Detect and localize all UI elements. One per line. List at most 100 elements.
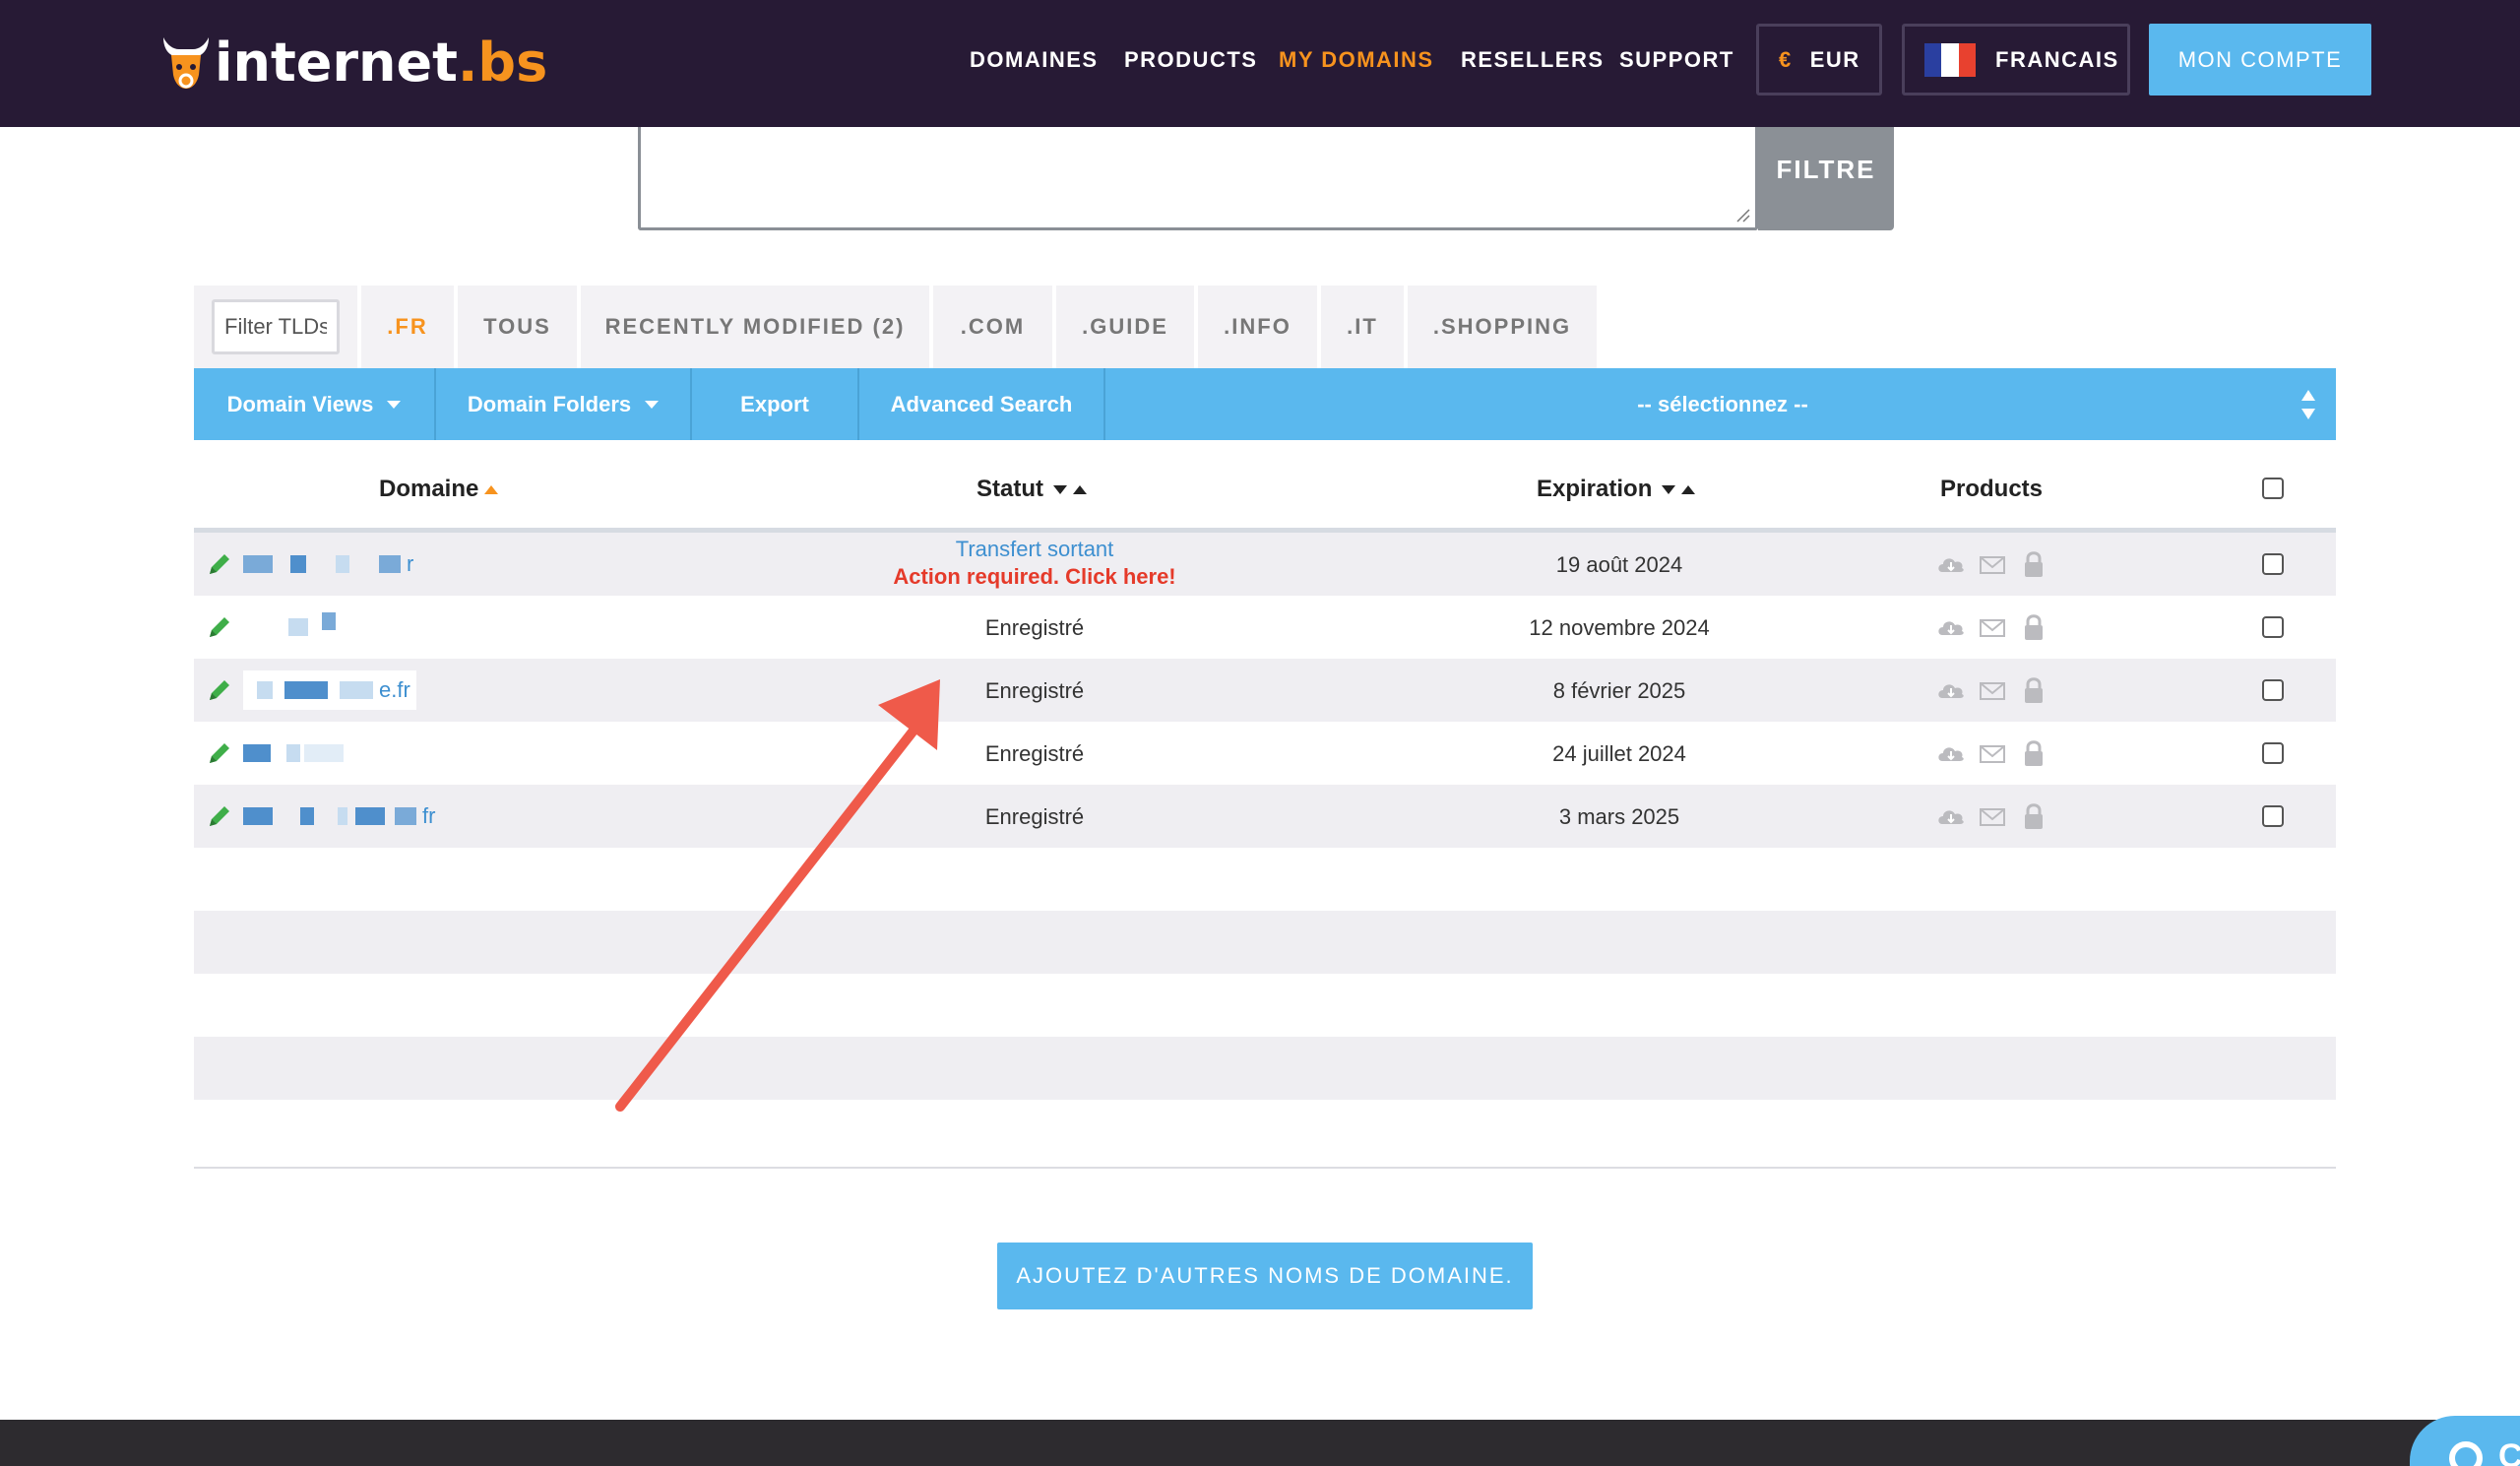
status-label: Enregistré — [984, 615, 1085, 640]
language-selector[interactable]: FRANCAIS — [1902, 24, 2130, 96]
tab-it[interactable]: .IT — [1321, 286, 1404, 368]
edit-pencil-icon[interactable] — [206, 676, 233, 704]
expiration-date: 19 août 2024 — [1555, 552, 1683, 577]
row-checkbox[interactable] — [2262, 679, 2284, 701]
internet-bs-logo[interactable]: internet.bs — [158, 28, 547, 96]
email-envelope-icon[interactable] — [1978, 676, 2007, 704]
nav-products[interactable]: PRODUCTS — [1124, 47, 1257, 73]
chevron-down-icon — [387, 400, 402, 409]
my-account-button[interactable]: MON COMPTE — [2149, 24, 2371, 96]
edit-pencil-icon[interactable] — [206, 739, 233, 767]
sort-descending-icon[interactable] — [1053, 484, 1067, 494]
sort-descending-icon[interactable] — [1662, 484, 1676, 494]
column-header-status-label: Statut — [976, 476, 1043, 502]
domain-name-link[interactable] — [243, 612, 342, 639]
status-label: Enregistré — [984, 804, 1085, 829]
expiration-date: 12 novembre 2024 — [1529, 615, 1710, 640]
domain-views-dropdown[interactable]: Domain Views — [194, 368, 436, 440]
empty-row — [194, 1037, 2336, 1100]
column-header-domain[interactable]: Domaine — [379, 476, 499, 503]
logo-wordmark: internet — [215, 31, 458, 94]
products-cell — [1936, 676, 2060, 704]
tld-tabs: .FR TOUS RECENTLY MODIFIED (2) .COM .GUI… — [194, 286, 1597, 368]
domain-folders-dropdown[interactable]: Domain Folders — [436, 368, 692, 440]
tld-filter-input[interactable] — [212, 299, 340, 354]
products-cell — [1936, 739, 2060, 767]
tab-shopping[interactable]: .SHOPPING — [1408, 286, 1597, 368]
nav-domaines[interactable]: DOMAINES — [970, 47, 1099, 73]
cloud-dns-icon[interactable] — [1936, 550, 1966, 578]
row-checkbox[interactable] — [2262, 553, 2284, 575]
expiration-date: 24 juillet 2024 — [1552, 741, 1686, 766]
tab-tous[interactable]: TOUS — [458, 286, 577, 368]
domain-name-link[interactable]: fr — [243, 803, 436, 828]
table-divider — [194, 1167, 2336, 1169]
lock-icon[interactable] — [2019, 802, 2048, 830]
row-checkbox[interactable] — [2262, 805, 2284, 827]
lock-icon[interactable] — [2019, 550, 2048, 578]
status-cell: Transfert sortant Action required. Click… — [785, 537, 1285, 590]
edit-pencil-icon[interactable] — [206, 613, 233, 641]
bulk-action-select[interactable]: -- sélectionnez -- — [1109, 368, 2336, 440]
cloud-dns-icon[interactable] — [1936, 802, 1966, 830]
lock-icon[interactable] — [2019, 613, 2048, 641]
edit-pencil-icon[interactable] — [206, 550, 233, 578]
language-label: FRANCAIS — [1995, 46, 2119, 72]
euro-icon: € — [1779, 46, 1793, 72]
table-row: fr Enregistré 3 mars 2025 — [194, 785, 2336, 848]
tab-com[interactable]: .COM — [933, 286, 1052, 368]
table-header: Domaine Statut Expiration Products — [194, 440, 2336, 533]
column-header-expiration[interactable]: Expiration — [1537, 476, 1696, 503]
email-envelope-icon[interactable] — [1978, 739, 2007, 767]
status-label: Enregistré — [984, 741, 1085, 766]
bulk-action-select-label: -- sélectionnez -- — [1637, 391, 1808, 416]
tab-info[interactable]: .INFO — [1198, 286, 1317, 368]
currency-selector[interactable]: € EUR — [1756, 24, 1882, 96]
expiration-date: 8 février 2025 — [1552, 678, 1686, 703]
expiration-date: 3 mars 2025 — [1558, 804, 1680, 829]
cloud-dns-icon[interactable] — [1936, 613, 1966, 641]
domain-name-link[interactable] — [243, 741, 349, 765]
domain-name-link[interactable]: e.fr — [243, 670, 416, 710]
domain-name-link[interactable]: r — [243, 551, 414, 576]
table-row: Enregistré 12 novembre 2024 — [194, 596, 2336, 659]
transfer-status-link[interactable]: Transfert sortant — [785, 537, 1285, 562]
empty-row — [194, 974, 2336, 1037]
edit-pencil-icon[interactable] — [206, 802, 233, 830]
top-navigation-bar: internet.bs DOMAINES PRODUCTS MY DOMAINS… — [0, 0, 2520, 127]
row-checkbox[interactable] — [2262, 616, 2284, 638]
lock-icon[interactable] — [2019, 739, 2048, 767]
advanced-search-button[interactable]: Advanced Search — [859, 368, 1105, 440]
select-all-checkbox[interactable] — [2262, 478, 2284, 499]
nav-resellers[interactable]: RESELLERS — [1461, 47, 1605, 73]
nav-my-domains[interactable]: MY DOMAINS — [1279, 47, 1434, 73]
row-checkbox[interactable] — [2262, 742, 2284, 764]
export-button[interactable]: Export — [692, 368, 859, 440]
cloud-dns-icon[interactable] — [1936, 739, 1966, 767]
email-envelope-icon[interactable] — [1978, 802, 2007, 830]
resize-grip-icon[interactable] — [1735, 208, 1751, 223]
column-header-status[interactable]: Statut — [976, 476, 1087, 503]
products-cell — [1936, 613, 2060, 641]
action-required-link[interactable]: Action required. Click here! — [785, 564, 1285, 590]
cloud-dns-icon[interactable] — [1936, 676, 1966, 704]
tab-recently-modified[interactable]: RECENTLY MODIFIED (2) — [581, 286, 929, 368]
add-more-domains-button[interactable]: AJOUTEZ D'AUTRES NOMS DE DOMAINE. — [997, 1243, 1533, 1309]
empty-row — [194, 911, 2336, 974]
tab-guide[interactable]: .GUIDE — [1056, 286, 1194, 368]
email-envelope-icon[interactable] — [1978, 613, 2007, 641]
domain-name-text: fr — [422, 803, 436, 828]
sort-ascending-icon[interactable] — [484, 484, 499, 494]
table-row: Enregistré 24 juillet 2024 — [194, 722, 2336, 785]
sort-ascending-icon[interactable] — [1681, 484, 1696, 494]
email-envelope-icon[interactable] — [1978, 550, 2007, 578]
sort-ascending-icon[interactable] — [1073, 484, 1087, 494]
lock-icon[interactable] — [2019, 676, 2048, 704]
tab-fr[interactable]: .FR — [361, 286, 454, 368]
domain-name-text: r — [407, 551, 414, 576]
products-cell — [1936, 802, 2060, 830]
column-header-products: Products — [1940, 476, 2044, 502]
nav-support[interactable]: SUPPORT — [1619, 47, 1734, 73]
domain-name-text: e.fr — [379, 677, 410, 702]
domain-action-bar: Domain Views Domain Folders Export Advan… — [194, 368, 2336, 440]
